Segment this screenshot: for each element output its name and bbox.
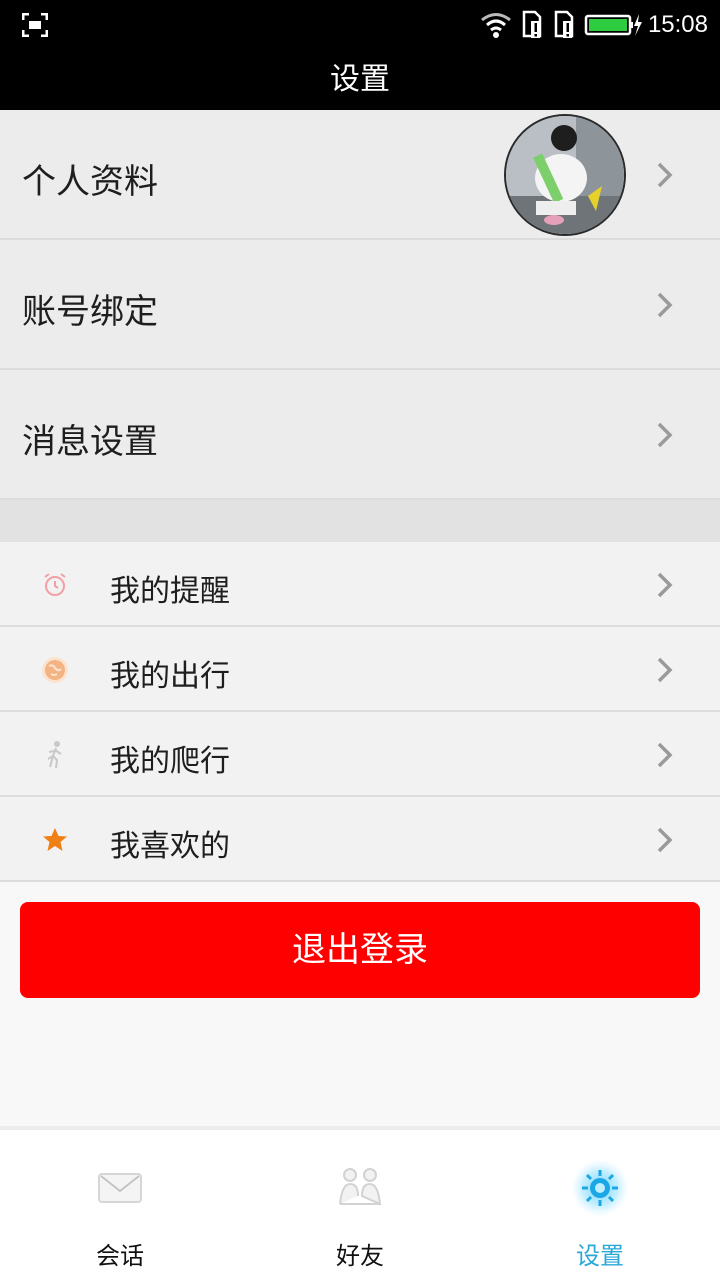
account-binding-label: 账号绑定 <box>22 292 158 332</box>
my-favorites-row[interactable]: 我喜欢的 <box>0 797 720 882</box>
profile-row[interactable]: 个人资料 <box>0 110 720 240</box>
account-binding-row[interactable]: 账号绑定 <box>0 240 720 370</box>
my-reminders-label: 我的提醒 <box>110 574 230 609</box>
friends-icon <box>339 1168 382 1206</box>
my-climbing-label: 我的爬行 <box>110 744 230 779</box>
chevron-right-icon <box>657 572 673 598</box>
chevron-right-icon <box>657 657 673 683</box>
envelope-icon <box>98 1173 142 1203</box>
my-trips-row[interactable]: 我的出行 <box>0 627 720 712</box>
my-reminders-row[interactable]: 我的提醒 <box>0 542 720 627</box>
profile-label: 个人资料 <box>22 162 158 202</box>
my-favorites-label: 我喜欢的 <box>110 829 230 864</box>
tab-settings-label: 设置 <box>576 1242 624 1270</box>
alarm-clock-icon <box>44 573 66 596</box>
avatar[interactable] <box>504 114 626 236</box>
avatar-photo <box>506 116 624 234</box>
section-divider <box>0 500 720 542</box>
message-settings-label: 消息设置 <box>22 422 158 462</box>
chevron-right-icon <box>657 827 673 853</box>
star-icon <box>43 828 67 851</box>
screenshot-icon <box>22 13 48 37</box>
battery-charging-icon <box>584 14 642 36</box>
status-bar: 15:08 <box>0 0 720 50</box>
tab-conversations-label: 会话 <box>96 1242 144 1270</box>
message-settings-row[interactable]: 消息设置 <box>0 370 720 500</box>
page-title: 设置 <box>330 62 390 97</box>
chevron-right-icon <box>657 162 673 188</box>
tab-conversations[interactable]: 会话 <box>0 1130 240 1280</box>
tab-settings[interactable]: 设置 <box>480 1130 720 1280</box>
tab-friends[interactable]: 好友 <box>240 1130 480 1280</box>
sim-alert-icon <box>522 10 542 38</box>
wifi-icon <box>481 13 511 38</box>
clock-time: 15:08 <box>647 11 708 38</box>
walking-person-icon <box>47 741 62 769</box>
my-trips-label: 我的出行 <box>110 659 230 694</box>
sim-alert-icon <box>554 10 574 38</box>
chevron-right-icon <box>657 742 673 768</box>
bottom-tab-bar: 会话 好友 设置 <box>0 1126 720 1280</box>
logout-button[interactable]: 退出登录 <box>20 902 700 998</box>
chevron-right-icon <box>657 422 673 448</box>
globe-icon <box>42 657 68 683</box>
tab-friends-label: 好友 <box>336 1242 384 1270</box>
chevron-right-icon <box>657 292 673 318</box>
title-bar: 设置 <box>0 50 720 110</box>
my-climbing-row[interactable]: 我的爬行 <box>0 712 720 797</box>
settings-screen: 15:08 设置 个人资料 账号绑定 消息设置 我的提醒 我的出行 我的爬行 我… <box>0 0 720 1280</box>
sun-gear-icon <box>571 1159 629 1217</box>
